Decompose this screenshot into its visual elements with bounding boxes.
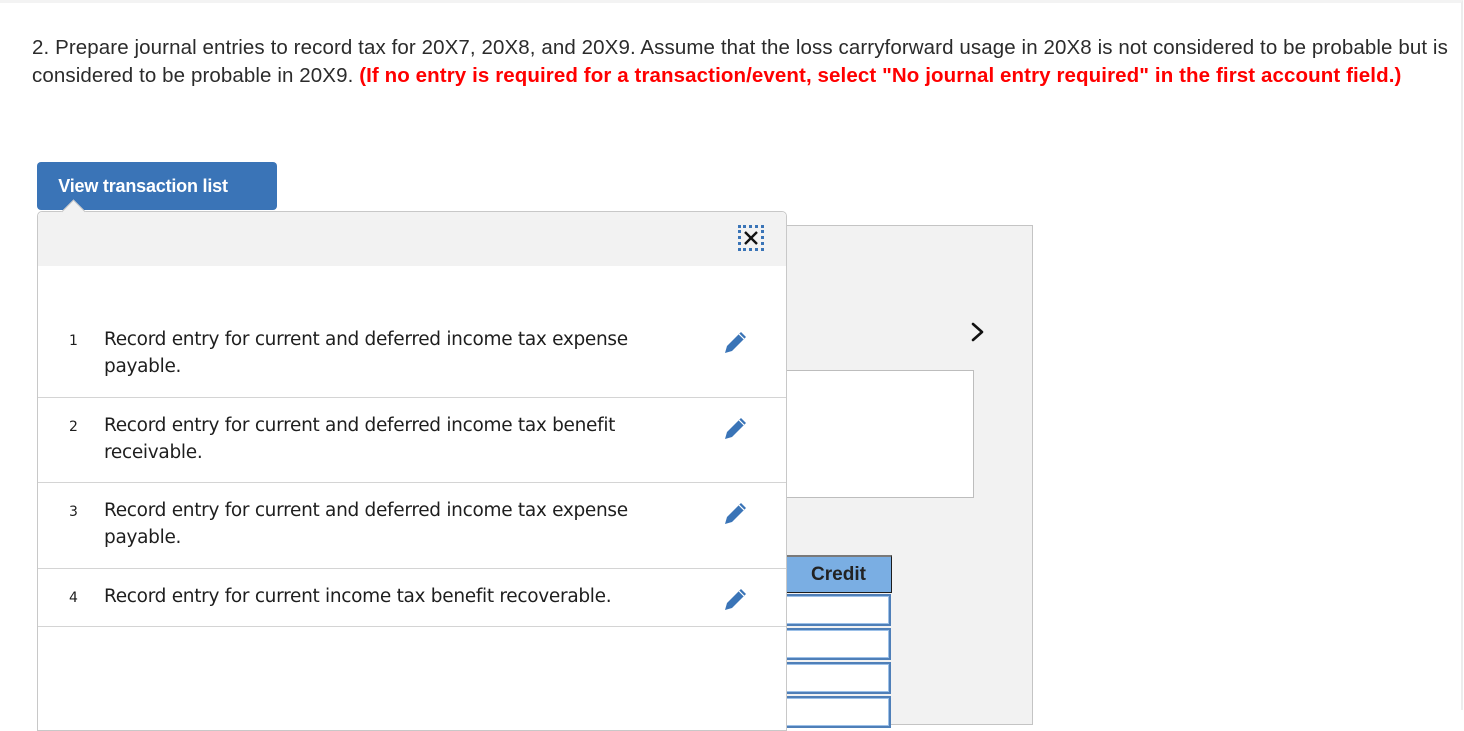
credit-input[interactable]	[786, 696, 891, 728]
close-popover-button[interactable]	[738, 225, 764, 251]
next-transaction-button[interactable]	[966, 320, 990, 344]
transaction-list-item[interactable]: 4 Record entry for current income tax be…	[38, 569, 786, 627]
transaction-list-item[interactable]: 1 Record entry for current and deferred …	[38, 312, 786, 398]
transaction-description: Record entry for current and deferred in…	[104, 415, 616, 463]
credit-input[interactable]	[786, 594, 891, 626]
transaction-list-item[interactable]: 2 Record entry for current and deferred …	[38, 398, 786, 483]
credit-input[interactable]	[786, 628, 891, 660]
transaction-description-box	[786, 370, 974, 498]
question-prompt: 2. Prepare journal entries to record tax…	[32, 34, 1452, 90]
transaction-list-item[interactable]: 3 Record entry for current and deferred …	[38, 483, 786, 569]
transaction-number: 2	[69, 419, 78, 435]
popover-header	[38, 212, 786, 266]
transaction-description: Record entry for current and deferred in…	[104, 329, 628, 377]
close-icon	[744, 231, 758, 245]
chevron-right-icon	[971, 322, 984, 342]
question-instruction: (If no entry is required for a transacti…	[359, 64, 1402, 87]
credit-input[interactable]	[786, 662, 891, 694]
view-transaction-list-label: View transaction list	[58, 175, 228, 196]
pencil-icon[interactable]	[722, 499, 750, 527]
transaction-list-popover: 1 Record entry for current and deferred …	[37, 199, 787, 731]
transaction-description: Record entry for current income tax bene…	[104, 586, 612, 607]
pencil-icon[interactable]	[722, 414, 750, 442]
transaction-number: 1	[69, 333, 78, 349]
pencil-icon[interactable]	[722, 328, 750, 356]
transaction-number: 4	[69, 590, 78, 606]
credit-column-header: Credit	[786, 555, 892, 593]
transaction-description: Record entry for current and deferred in…	[104, 500, 628, 548]
transaction-number: 3	[69, 504, 78, 520]
pencil-icon[interactable]	[722, 585, 750, 613]
